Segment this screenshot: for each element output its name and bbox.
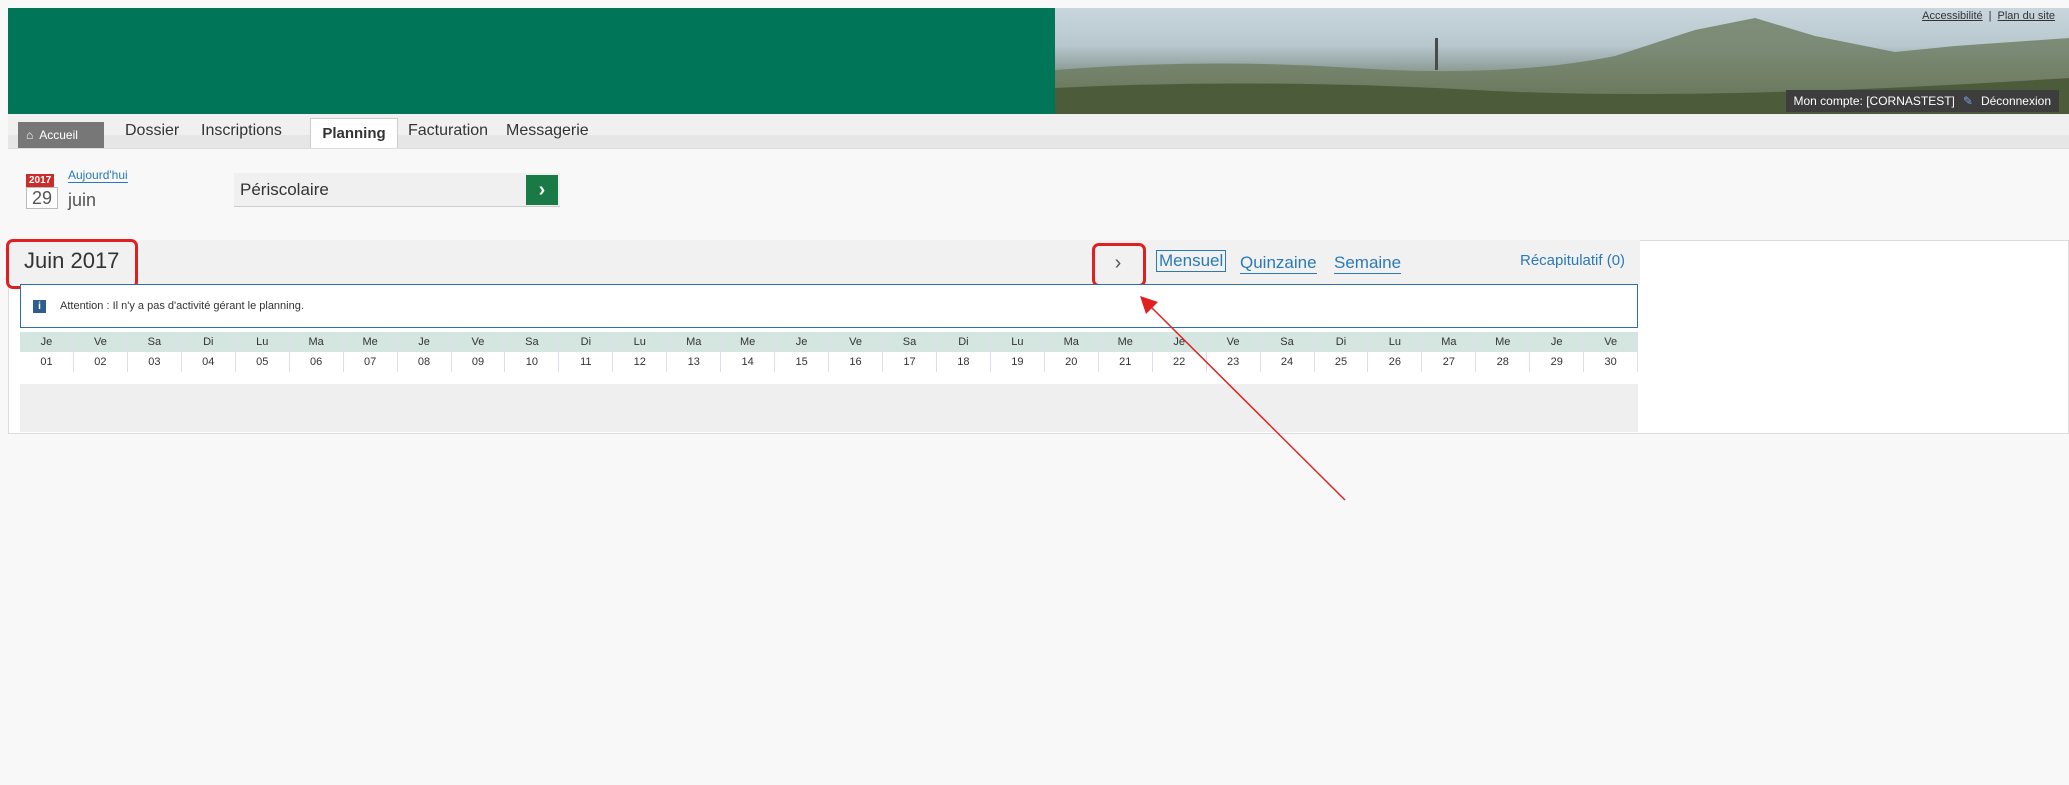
- service-select[interactable]: Périscolaire: [234, 173, 560, 207]
- today-link[interactable]: Aujourd'hui: [68, 168, 128, 183]
- nav-dossier[interactable]: Dossier: [125, 122, 179, 140]
- day-name-cell: Sa: [883, 332, 937, 352]
- pencil-icon[interactable]: ✎: [1963, 90, 1973, 112]
- day-name-cell: Ve: [829, 332, 883, 352]
- nav-messagerie[interactable]: Messagerie: [506, 122, 589, 140]
- calendar-grid: Je Ve Sa Di Lu Ma Me Je Ve Sa Di Lu Ma Me Je Ve Sa Di Lu Ma…: [20, 332, 1639, 372]
- alert-text: Attention : Il n'y a pas d'activité géra…: [60, 300, 304, 312]
- main-nav: ⌂ Accueil Dossier Inscriptions Planning …: [8, 114, 2069, 149]
- day-cell[interactable]: 30: [1584, 352, 1639, 372]
- day-name-cell: Ma: [290, 332, 344, 352]
- top-links: Accessibilité | Plan du site: [1922, 10, 2055, 22]
- day-names-row: Je Ve Sa Di Lu Ma Me Je Ve Sa Di Lu Ma Me Je Ve Sa Di Lu Ma…: [20, 332, 1639, 352]
- day-cell[interactable]: 13: [667, 352, 722, 372]
- day-name-cell: Lu: [236, 332, 290, 352]
- day-cell[interactable]: 04: [182, 352, 236, 372]
- day-name-cell: Ma: [667, 332, 722, 352]
- alert-box: i Attention : Il n'y a pas d'activité gé…: [20, 284, 1638, 328]
- day-name-cell: Je: [1530, 332, 1585, 352]
- day-name-cell: Ve: [1584, 332, 1639, 352]
- day-name-cell: Me: [344, 332, 398, 352]
- day-name-cell: Ve: [74, 332, 128, 352]
- nav-home[interactable]: ⌂ Accueil: [18, 122, 104, 148]
- day-name-cell: Je: [775, 332, 830, 352]
- service-go-button[interactable]: ›: [526, 175, 558, 205]
- header-banner: [8, 8, 1055, 114]
- logout-link[interactable]: Déconnexion: [1981, 90, 2051, 112]
- calendar-footer: [20, 384, 1638, 432]
- day-cell[interactable]: 28: [1476, 352, 1531, 372]
- day-cell[interactable]: 17: [883, 352, 937, 372]
- day-name-cell: Sa: [505, 332, 560, 352]
- day-name-cell: Lu: [991, 332, 1045, 352]
- day-cell[interactable]: 02: [74, 352, 128, 372]
- day-cell[interactable]: 07: [344, 352, 398, 372]
- calendar-year-badge: 2017: [26, 174, 55, 187]
- day-cell[interactable]: 05: [236, 352, 290, 372]
- nav-facturation[interactable]: Facturation: [408, 122, 488, 140]
- day-name-cell: Ve: [452, 332, 506, 352]
- view-mensuel[interactable]: Mensuel: [1156, 250, 1227, 272]
- day-name-cell: Di: [559, 332, 614, 352]
- day-name-cell: Me: [721, 332, 776, 352]
- day-cell[interactable]: 16: [829, 352, 883, 372]
- day-name-cell: Lu: [1368, 332, 1423, 352]
- day-cell[interactable]: 18: [937, 352, 991, 372]
- day-cell[interactable]: 11: [559, 352, 614, 372]
- info-icon: i: [33, 299, 46, 313]
- day-cell[interactable]: 03: [128, 352, 182, 372]
- calendar-day: 29: [26, 187, 58, 209]
- day-name-cell: Je: [20, 332, 74, 352]
- view-semaine[interactable]: Semaine: [1334, 253, 1402, 274]
- day-name-cell: Ma: [1422, 332, 1477, 352]
- chevron-right-icon: ›: [538, 179, 546, 201]
- nav-planning[interactable]: Planning: [310, 118, 398, 148]
- day-cell[interactable]: 14: [721, 352, 776, 372]
- calendar-month: juin: [68, 190, 97, 210]
- day-cell[interactable]: 06: [290, 352, 344, 372]
- day-name-cell: Sa: [128, 332, 182, 352]
- day-cell[interactable]: 19: [991, 352, 1045, 372]
- day-cell[interactable]: 27: [1422, 352, 1477, 372]
- recap-link[interactable]: Récapitulatif (0): [1520, 252, 1625, 269]
- month-title-highlight: [6, 239, 138, 289]
- day-name-cell: Ma: [1045, 332, 1099, 352]
- day-name-cell: Je: [398, 332, 452, 352]
- home-icon: ⌂: [26, 128, 34, 142]
- day-cell[interactable]: 15: [775, 352, 830, 372]
- account-label[interactable]: Mon compte: [CORNASTEST]: [1794, 90, 1955, 112]
- day-name-cell: Me: [1476, 332, 1531, 352]
- view-quinzaine[interactable]: Quinzaine: [1240, 253, 1317, 274]
- sitemap-link[interactable]: Plan du site: [1998, 10, 2055, 22]
- day-cell[interactable]: 12: [613, 352, 668, 372]
- accessibility-link[interactable]: Accessibilité: [1922, 10, 1983, 22]
- nav-home-label: Accueil: [39, 128, 78, 142]
- annotation-arrow: [1140, 296, 1346, 501]
- day-name-cell: Di: [937, 332, 991, 352]
- day-cell[interactable]: 20: [1045, 352, 1099, 372]
- day-cell[interactable]: 08: [398, 352, 452, 372]
- separator: |: [1988, 10, 1992, 22]
- nav-inscriptions[interactable]: Inscriptions: [201, 122, 282, 140]
- day-cell[interactable]: 09: [452, 352, 506, 372]
- day-cell[interactable]: 10: [505, 352, 560, 372]
- day-name-cell: Di: [182, 332, 236, 352]
- account-bar: Mon compte: [CORNASTEST] ✎ Déconnexion: [1785, 90, 2059, 112]
- day-cell[interactable]: 26: [1368, 352, 1423, 372]
- day-cell[interactable]: 29: [1530, 352, 1585, 372]
- day-numbers-row: 01 02 03 04 05 06 07 08 09 10 11 12 13 14 15 16 17 18 19 20…: [20, 352, 1639, 372]
- day-cell[interactable]: 01: [20, 352, 74, 372]
- day-name-cell: Lu: [613, 332, 668, 352]
